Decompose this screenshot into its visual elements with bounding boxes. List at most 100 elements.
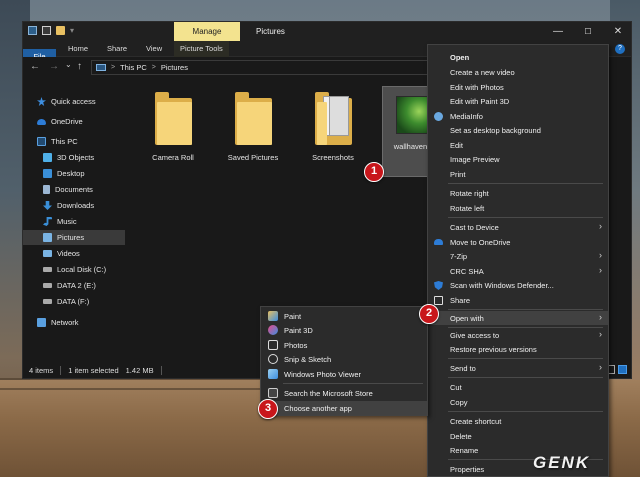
folder-item-saved-pictures[interactable]: Saved Pictures (216, 86, 290, 162)
selection-count: 1 item selected (68, 365, 119, 375)
menu-item-rotate-left[interactable]: Rotate left (428, 201, 608, 215)
sidebar-item-music[interactable]: Music (23, 214, 125, 229)
search-microsoft-store[interactable]: Search the Microsoft Store (261, 386, 427, 400)
sidebar-item-videos[interactable]: Videos (23, 246, 125, 261)
menu-item-open-with[interactable]: Open with › (428, 311, 608, 325)
navigation-pane: Quick access OneDrive This PC 3D Objects… (23, 78, 125, 361)
open-with-photo-viewer[interactable]: Windows Photo Viewer (261, 367, 427, 381)
menu-item-label: Choose another app (284, 403, 352, 413)
back-button[interactable]: ← (30, 61, 40, 72)
menu-item-open[interactable]: Open (428, 50, 608, 64)
menu-item-mediainfo[interactable]: MediaInfo (428, 109, 608, 123)
defender-icon (434, 281, 443, 290)
sidebar-item-downloads[interactable]: Downloads (23, 198, 125, 213)
video-icon (43, 250, 52, 257)
menu-item-label: CRC SHA (450, 266, 484, 276)
sidebar-item-documents[interactable]: Documents (23, 182, 125, 197)
menu-item-crc-sha[interactable]: CRC SHA › (428, 264, 608, 278)
tab-share[interactable]: Share (107, 41, 127, 57)
menu-item-give-access[interactable]: Give access to › (428, 328, 608, 342)
sidebar-item-3d-objects[interactable]: 3D Objects (23, 150, 125, 165)
large-icons-view-icon[interactable] (618, 365, 627, 374)
sidebar-item-this-pc[interactable]: This PC (23, 134, 125, 149)
drive-icon (43, 283, 52, 288)
menu-item-7-zip[interactable]: 7-Zip › (428, 249, 608, 263)
sidebar-item-desktop[interactable]: Desktop (23, 166, 125, 181)
sidebar-item-onedrive[interactable]: OneDrive (23, 114, 125, 129)
sidebar-item-pictures[interactable]: Pictures (23, 230, 125, 245)
menu-item-edit-with-paint-3d[interactable]: Edit with Paint 3D (428, 94, 608, 108)
tab-picture-tools[interactable]: Picture Tools (174, 41, 229, 57)
open-with-photos[interactable]: Photos (261, 338, 427, 352)
menu-item-share[interactable]: Share (428, 293, 608, 307)
menu-item-label: Set as desktop background (450, 125, 541, 135)
up-button[interactable]: ↑ (77, 61, 82, 72)
window-icon[interactable] (28, 26, 37, 35)
share-icon (434, 296, 443, 305)
customize-toolbar-icon[interactable]: ▾ (70, 26, 74, 35)
menu-item-cut[interactable]: Cut (428, 380, 608, 394)
menu-item-label: Windows Photo Viewer (284, 369, 361, 379)
sidebar-item-label: Documents (55, 185, 93, 194)
menu-item-label: Edit with Paint 3D (450, 96, 510, 106)
menu-item-print[interactable]: Print (428, 167, 608, 181)
step-marker-3: 3 (258, 399, 278, 419)
menu-item-edit-with-photos[interactable]: Edit with Photos (428, 80, 608, 94)
sidebar-item-label: Quick access (51, 97, 96, 106)
store-icon (268, 388, 278, 398)
breadcrumb-pictures[interactable]: Pictures (161, 63, 188, 72)
menu-item-label: Rotate left (450, 203, 485, 213)
menu-item-delete[interactable]: Delete (428, 429, 608, 443)
menu-item-copy[interactable]: Copy (428, 395, 608, 409)
menu-item-label: Photos (284, 340, 308, 350)
sidebar-item-data-f[interactable]: DATA (F:) (23, 294, 125, 309)
step-marker-1: 1 (364, 162, 384, 182)
sidebar-item-data-2-e[interactable]: DATA 2 (E:) (23, 278, 125, 293)
sidebar-item-label: Desktop (57, 169, 85, 178)
menu-item-create-video[interactable]: Create a new video (428, 65, 608, 79)
folder-item-screenshots[interactable]: Screenshots (296, 86, 370, 162)
open-with-paint[interactable]: Paint (261, 309, 427, 323)
cloud-icon (37, 118, 46, 125)
menu-item-edit[interactable]: Edit (428, 138, 608, 152)
tab-home[interactable]: Home (68, 41, 88, 57)
new-folder-icon[interactable] (56, 26, 65, 35)
paint-icon (268, 311, 278, 321)
choose-another-app[interactable]: Choose another app (261, 401, 427, 415)
menu-item-label: Cast to Device (450, 222, 499, 232)
music-icon (43, 217, 52, 226)
sidebar-item-local-disk-c[interactable]: Local Disk (C:) (23, 262, 125, 277)
menu-item-scan-defender[interactable]: Scan with Windows Defender... (428, 278, 608, 292)
properties-icon[interactable] (42, 26, 51, 35)
open-with-snip-sketch[interactable]: Snip & Sketch (261, 352, 427, 366)
sidebar-item-quick-access[interactable]: Quick access (23, 94, 125, 109)
tab-view[interactable]: View (146, 41, 162, 57)
open-with-paint-3d[interactable]: Paint 3D (261, 323, 427, 337)
folder-icon (234, 92, 272, 145)
menu-item-label: Print (450, 169, 466, 179)
menu-item-rotate-right[interactable]: Rotate right (428, 186, 608, 200)
menu-item-create-shortcut[interactable]: Create shortcut (428, 414, 608, 428)
network-icon (37, 318, 46, 327)
breadcrumb-this-pc[interactable]: This PC (120, 63, 147, 72)
photo-viewer-icon (268, 369, 278, 379)
minimize-button[interactable]: — (543, 22, 573, 41)
menu-item-restore-versions[interactable]: Restore previous versions (428, 342, 608, 356)
forward-button[interactable]: → (49, 61, 59, 72)
menu-item-image-preview[interactable]: Image Preview (428, 152, 608, 166)
menu-item-send-to[interactable]: Send to › (428, 361, 608, 375)
recent-locations-button[interactable]: ⌄ (65, 60, 72, 69)
close-button[interactable]: ✕ (603, 22, 633, 41)
menu-item-set-desktop-background[interactable]: Set as desktop background (428, 123, 608, 137)
menu-item-move-to-onedrive[interactable]: Move to OneDrive (428, 235, 608, 249)
folder-item-camera-roll[interactable]: Camera Roll (136, 86, 210, 162)
menu-item-cast-to-device[interactable]: Cast to Device › (428, 220, 608, 234)
manage-context-tab[interactable]: Manage (174, 22, 240, 41)
maximize-button[interactable]: ☐ (573, 22, 603, 41)
address-bar[interactable]: > This PC > Pictures (91, 60, 461, 75)
sidebar-item-network[interactable]: Network (23, 315, 125, 330)
help-icon[interactable]: ? (615, 44, 625, 54)
sidebar-item-label: 3D Objects (57, 153, 95, 162)
menu-item-label: Share (450, 295, 471, 305)
chevron-right-icon: › (599, 362, 602, 372)
